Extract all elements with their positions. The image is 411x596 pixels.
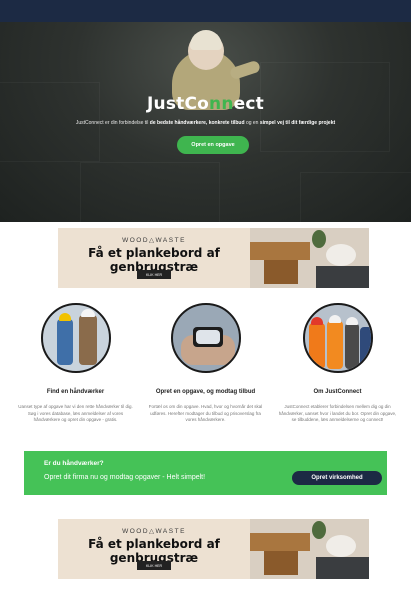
ad-table-image — [250, 519, 369, 579]
top-navigation-bar — [0, 0, 411, 22]
feature-find-craftsman: Find en håndværker Uanset type af opgave… — [8, 303, 143, 424]
ad-click-button[interactable]: KLIK HER — [137, 270, 171, 279]
hero-floor-tile — [300, 172, 411, 222]
feature-title: Opret en opgave, og modtag tilbud — [155, 389, 256, 395]
feature-title: Om JustConnect — [313, 389, 362, 395]
feature-description: Fortæl os om din opgave. Hvad, hvor og h… — [148, 404, 263, 422]
feature-create-task: Opret en opgave, og modtag tilbud Fortæl… — [138, 303, 273, 424]
banner-subtitle: Opret dit firma nu og modtag opgaver - H… — [44, 474, 206, 481]
woodwaste-ad-banner[interactable]: WOOD△WASTE Få et plankebord af genbrugst… — [58, 228, 369, 288]
craftsmen-photo — [40, 303, 111, 373]
feature-about: Om JustConnect JustConnect etablerer for… — [270, 303, 405, 424]
create-task-button[interactable]: Opret en opgave — [177, 136, 249, 154]
ad-click-button[interactable]: KLIK HER — [137, 561, 171, 570]
feature-description: Uanset type af opgave har vi den rette h… — [18, 404, 133, 422]
woodwaste-ad-banner[interactable]: WOOD△WASTE Få et plankebord af genbrugst… — [58, 519, 369, 579]
create-company-button[interactable]: Opret virksomhed — [292, 471, 382, 485]
justconnect-logo: JustConnect — [147, 94, 264, 114]
hero-floor-tile — [80, 162, 220, 222]
team-photo — [302, 303, 373, 373]
banner-question: Er du håndværker? — [44, 460, 104, 467]
feature-description: JustConnect etablerer forbindelsen melle… — [278, 404, 397, 422]
feature-title: Find en håndværker — [46, 389, 105, 395]
ad-table-image — [250, 228, 369, 288]
craftsman-signup-banner: Er du håndværker? Opret dit firma nu og … — [24, 451, 387, 495]
ad-brand: WOOD△WASTE — [122, 237, 186, 244]
hero-tagline: JustConnect er din forbindelse til de be… — [75, 120, 336, 126]
hero-section: JustConnect JustConnect er din forbindel… — [0, 22, 411, 222]
ad-brand: WOOD△WASTE — [122, 528, 186, 535]
phone-photo — [170, 303, 241, 373]
